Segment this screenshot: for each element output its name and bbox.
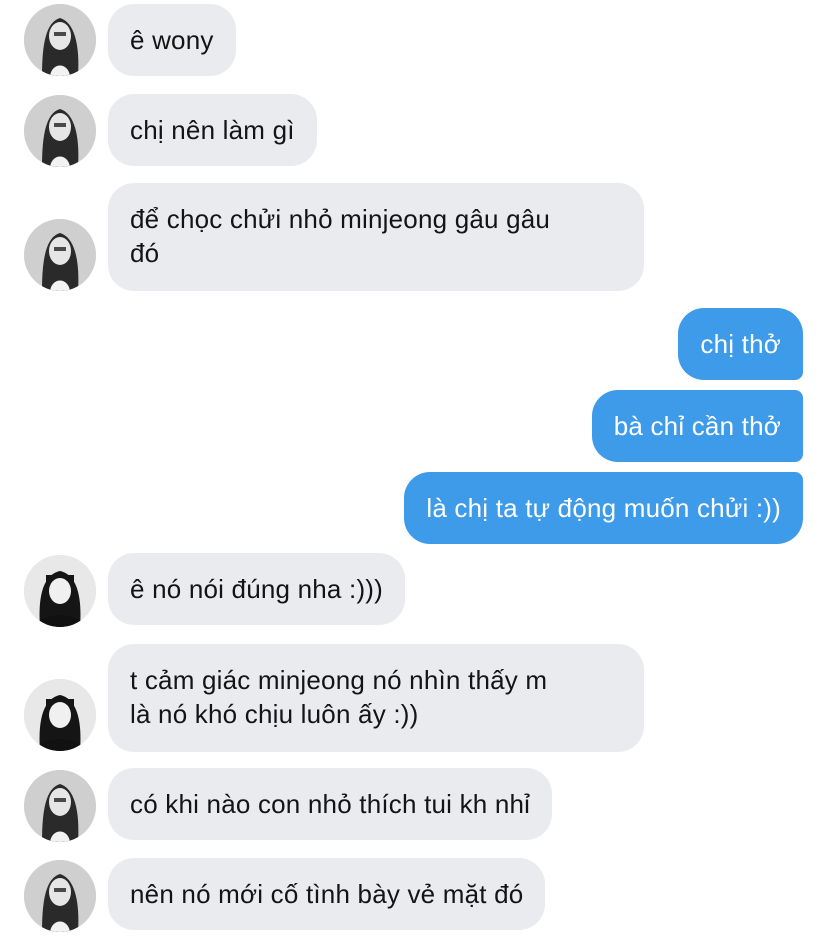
profile-photo-icon	[24, 555, 96, 627]
message-bubble-outgoing[interactable]: bà chỉ cần thở	[591, 390, 803, 462]
avatar[interactable]	[24, 95, 96, 167]
message-bubble-incoming[interactable]: có khi nào con nhỏ thích tui kh nhỉ	[108, 768, 553, 840]
message-bubble-outgoing[interactable]: là chị ta tự động muốn chửi :))	[404, 472, 803, 544]
profile-photo-icon	[24, 95, 96, 167]
profile-photo-icon	[24, 679, 96, 751]
message-text-line: t cảm giác minjeong nó nhìn thấy m	[130, 665, 548, 695]
message-text-line: là nó khó chịu luôn ấy :))	[130, 699, 419, 729]
message-text: ê nó nói đúng nha :)))	[130, 574, 384, 604]
message-bubble-incoming[interactable]: t cảm giác minjeong nó nhìn thấy m là nó…	[108, 644, 644, 752]
avatar[interactable]	[24, 679, 96, 751]
message-text: chị nên làm gì	[130, 115, 295, 145]
message-bubble-incoming[interactable]: để chọc chửi nhỏ minjeong gâu gâu đó	[108, 183, 644, 291]
avatar[interactable]	[24, 770, 96, 842]
avatar[interactable]	[24, 860, 96, 932]
profile-photo-icon	[24, 860, 96, 932]
chat-thread[interactable]: ê wony chị nên làm gì để chọc chửi nhỏ m…	[0, 0, 828, 939]
message-bubble-outgoing[interactable]: chị thở	[678, 308, 803, 380]
message-bubble-incoming[interactable]: ê nó nói đúng nha :)))	[108, 553, 406, 625]
message-text: là chị ta tự động muốn chửi :))	[426, 493, 781, 523]
message-bubble-incoming[interactable]: nên nó mới cố tình bày vẻ mặt đó	[108, 858, 546, 930]
profile-photo-icon	[24, 770, 96, 842]
message-text-line: để chọc chửi nhỏ minjeong gâu gâu	[130, 204, 551, 234]
message-text: có khi nào con nhỏ thích tui kh nhỉ	[130, 789, 531, 819]
message-bubble-incoming[interactable]: ê wony	[108, 4, 236, 76]
avatar[interactable]	[24, 555, 96, 627]
message-text: bà chỉ cần thở	[613, 411, 781, 441]
message-text: chị thở	[700, 329, 781, 359]
message-text: nên nó mới cố tình bày vẻ mặt đó	[130, 879, 524, 909]
avatar[interactable]	[24, 4, 96, 76]
message-bubble-incoming[interactable]: chị nên làm gì	[108, 94, 317, 166]
message-text: ê wony	[130, 25, 214, 55]
profile-photo-icon	[24, 4, 96, 76]
profile-photo-icon	[24, 219, 96, 291]
message-text-line: đó	[130, 238, 160, 268]
avatar[interactable]	[24, 219, 96, 291]
